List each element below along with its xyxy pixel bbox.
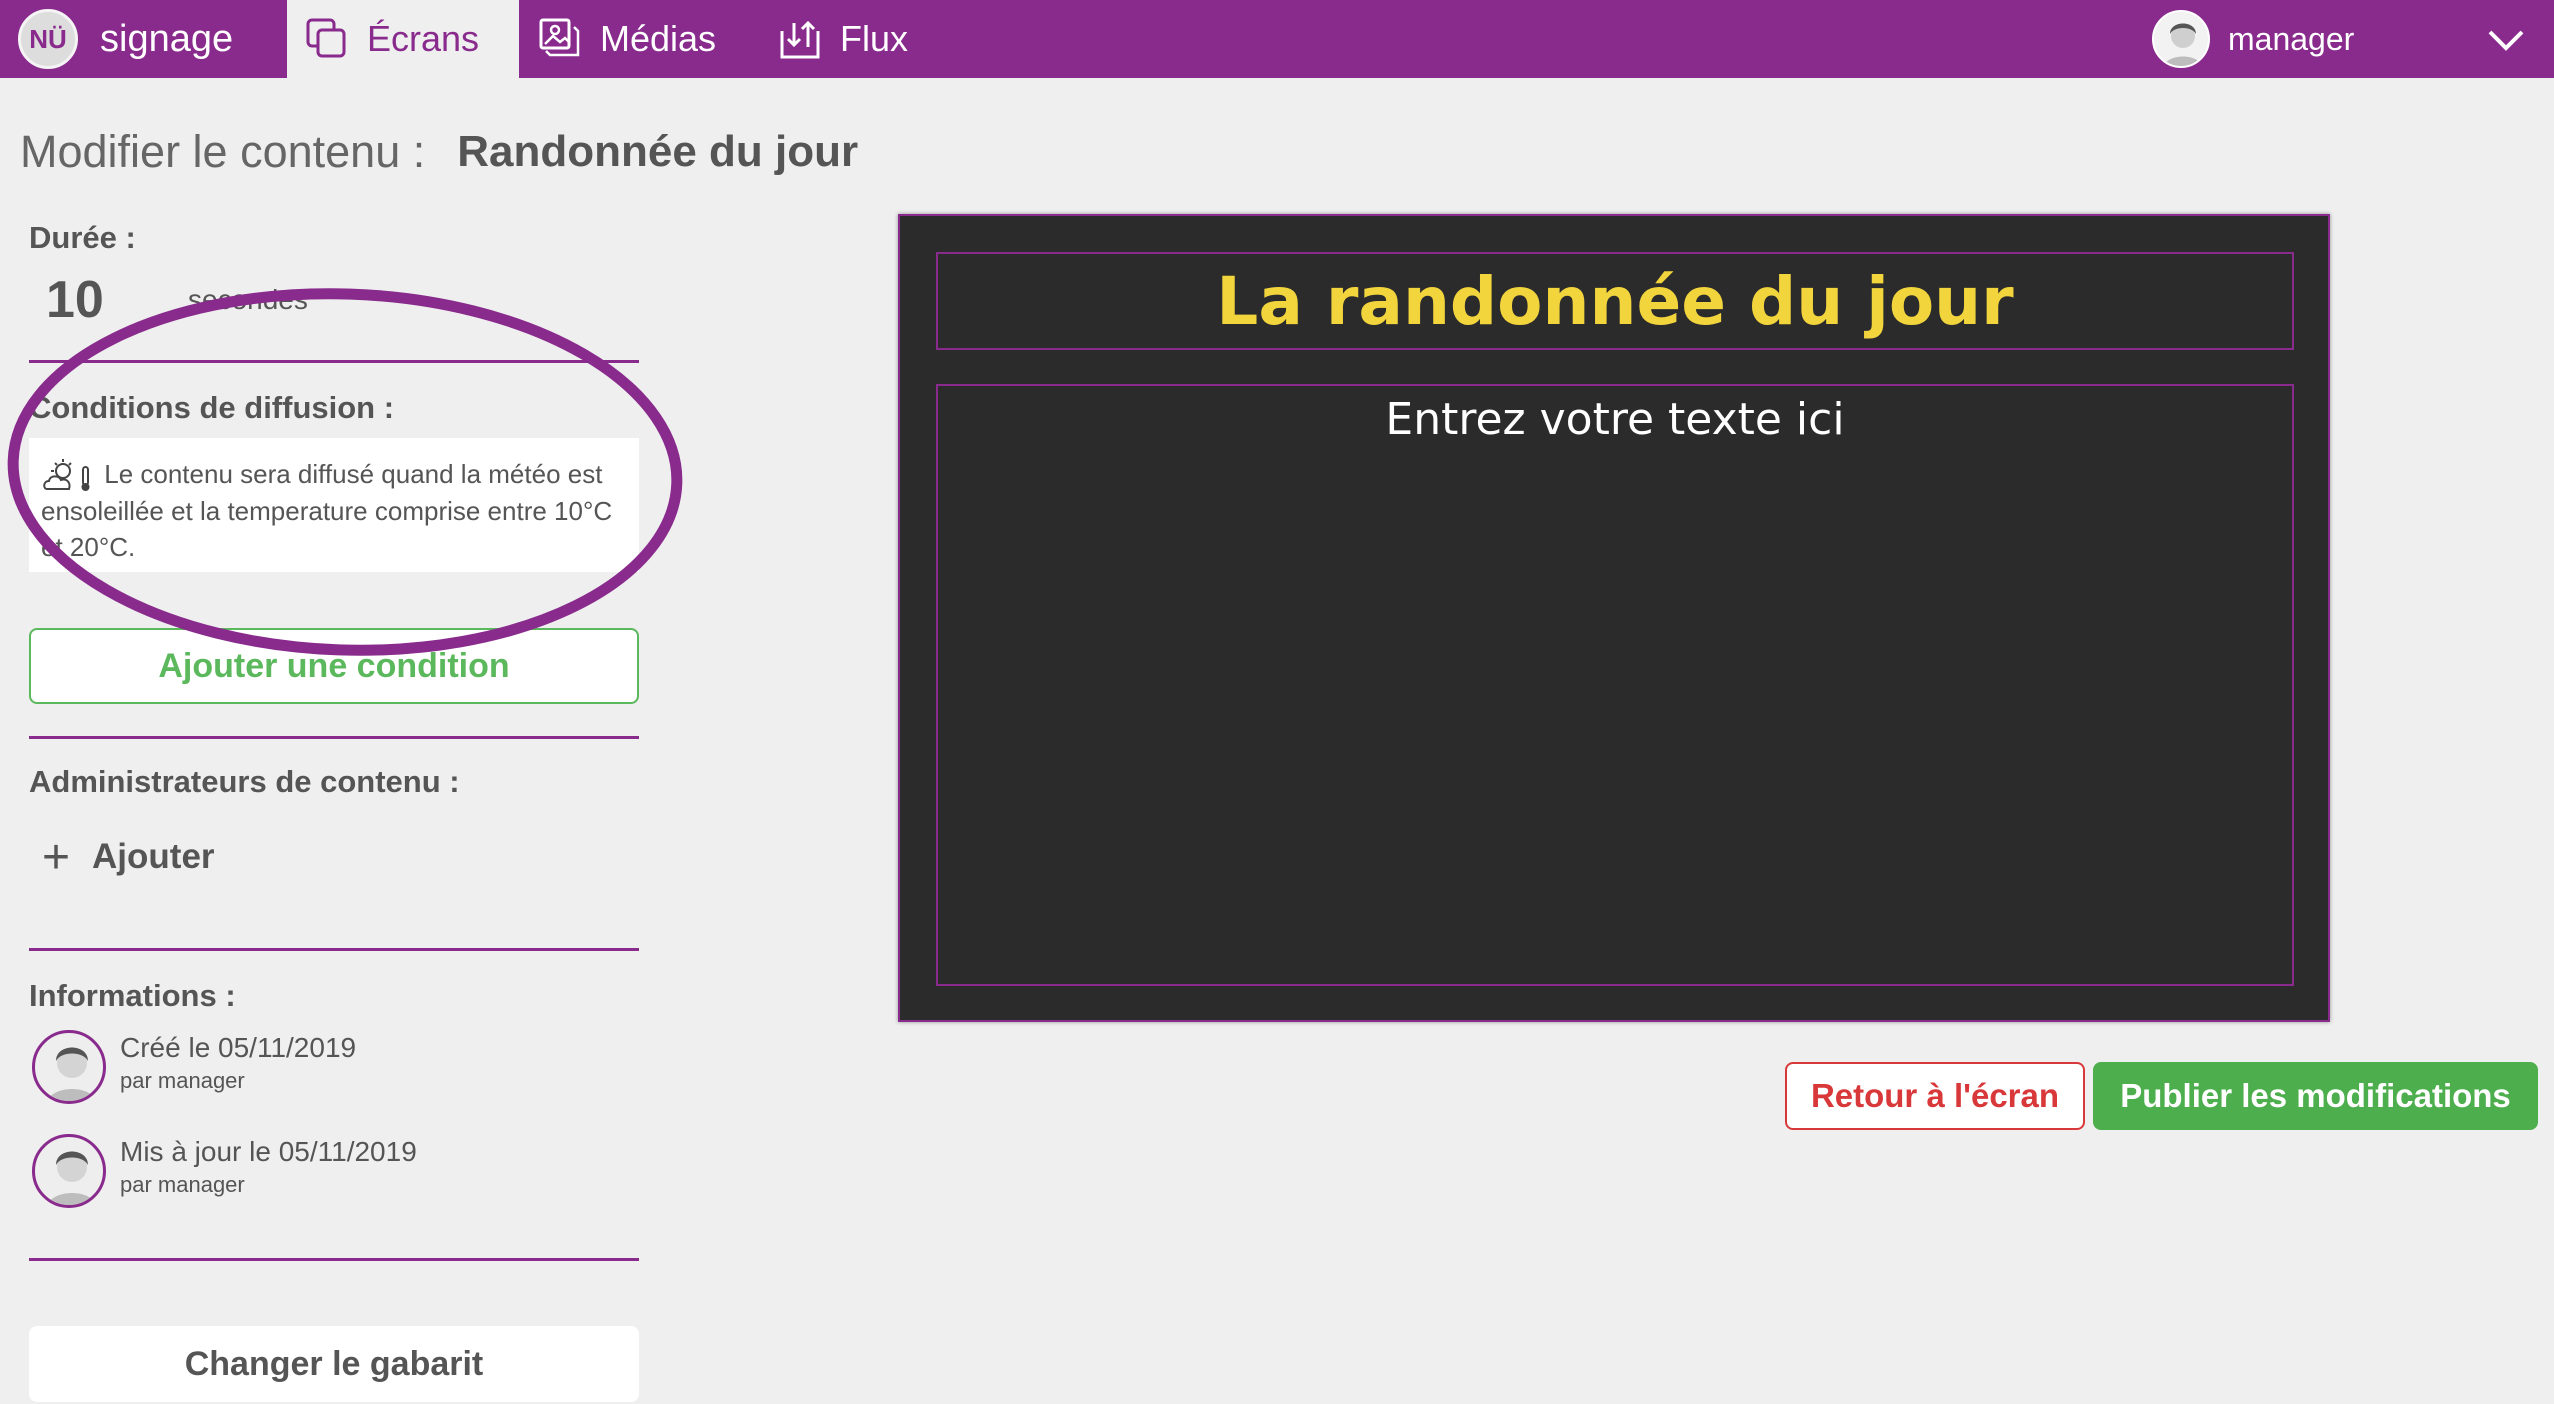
nav-tab-screens[interactable]: Écrans xyxy=(287,0,519,78)
annotation-ellipse xyxy=(7,288,683,656)
plus-icon: + xyxy=(42,830,71,884)
back-to-screen-button[interactable]: Retour à l'écran xyxy=(1785,1062,2085,1130)
add-admin-button[interactable]: + Ajouter xyxy=(42,830,215,884)
created-date: Créé le 05/11/2019 xyxy=(120,1032,357,1063)
page-title: Modifier le contenu : Randonnée du jour xyxy=(20,124,858,180)
content-name: Randonnée du jour xyxy=(457,127,859,176)
page-title-label: Modifier le contenu : xyxy=(20,126,426,177)
flux-icon xyxy=(780,20,820,59)
divider xyxy=(29,736,639,739)
brand-name: signage xyxy=(100,17,234,60)
user-name: manager xyxy=(2228,20,2355,57)
nav-tab-flux[interactable]: Flux xyxy=(778,0,908,78)
nav-tab-medias[interactable]: Médias xyxy=(538,0,716,78)
medias-icon xyxy=(539,18,580,57)
created-by: par manager xyxy=(120,1068,245,1093)
creator-avatar xyxy=(32,1030,106,1104)
screens-icon xyxy=(306,18,346,58)
updated-by: par manager xyxy=(120,1172,245,1197)
content-preview: La randonnée du jour Entrez votre texte … xyxy=(898,214,2330,1022)
informations-label: Informations : xyxy=(29,978,236,1013)
nav-tab-screens-label: Écrans xyxy=(367,18,480,59)
info-created: Créé le 05/11/2019 par manager xyxy=(32,1030,356,1104)
preview-title-zone[interactable]: La randonnée du jour xyxy=(936,252,2294,350)
add-admin-label: Ajouter xyxy=(92,837,215,876)
brand-logo: NÜ xyxy=(18,9,78,69)
admins-label: Administrateurs de contenu : xyxy=(29,764,460,799)
duration-label: Durée : xyxy=(29,220,136,255)
chevron-down-icon[interactable] xyxy=(2486,20,2526,60)
brand[interactable]: NÜ signage xyxy=(18,9,234,69)
nav-tab-medias-label: Médias xyxy=(600,18,717,59)
updater-avatar xyxy=(32,1134,106,1208)
user-avatar xyxy=(2152,10,2210,68)
user-menu[interactable]: manager xyxy=(2152,8,2354,70)
nav-tab-flux-label: Flux xyxy=(840,18,909,59)
preview-text-zone[interactable]: Entrez votre texte ici xyxy=(936,384,2294,986)
top-navbar: NÜ signage Écrans Médias Flux manager xyxy=(0,0,2554,78)
divider xyxy=(29,1258,639,1261)
updated-date: Mis à jour le 05/11/2019 xyxy=(120,1136,417,1167)
divider xyxy=(29,948,639,951)
change-template-button[interactable]: Changer le gabarit xyxy=(29,1326,639,1402)
info-updated: Mis à jour le 05/11/2019 par manager xyxy=(32,1134,417,1208)
publish-button[interactable]: Publier les modifications xyxy=(2093,1062,2538,1130)
